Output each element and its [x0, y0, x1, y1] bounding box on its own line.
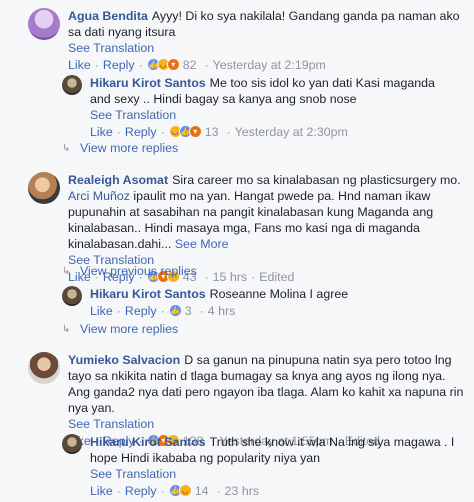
separator-dot: ·	[204, 269, 209, 284]
comment-actions: Like · Reply · ◡ 👍 ▾ 13 · Yesterday at 2…	[90, 123, 455, 140]
comment-author[interactable]: Hikaru Kirot Santos	[90, 76, 206, 90]
view-more-replies-link[interactable]: ↳ View more replies	[62, 141, 178, 155]
comment-text: Realeigh Asomat Sira career mo sa kinalab…	[68, 172, 468, 252]
reply-button[interactable]: Reply	[125, 124, 157, 140]
comment-body: Roseanne Molina I agree	[209, 287, 349, 301]
like-button[interactable]: Like	[68, 57, 91, 73]
reaction-icons[interactable]: 👍	[168, 304, 182, 317]
comment-body: Sira career mo sa kinalabasan ng plastic…	[172, 173, 461, 187]
avatar[interactable]	[28, 8, 60, 40]
comment-text: Yumieko Salvacion D sa ganun na pinupuna …	[68, 352, 468, 416]
reply-arrow-icon: ↳	[62, 323, 71, 335]
comment-author[interactable]: Hikaru Kirot Santos	[90, 435, 206, 449]
comment-text: Hikaru Kirot Santos Roseanne Molina I agr…	[90, 286, 455, 302]
comment-actions: Like · Reply · 👍 3 · 4 hrs	[90, 302, 455, 319]
avatar[interactable]	[28, 352, 60, 384]
separator-dot: ·	[226, 124, 231, 139]
reply-arrow-icon: ↳	[62, 265, 71, 277]
separator-dot: ·	[116, 124, 121, 139]
see-translation-link[interactable]: See Translation	[90, 466, 455, 482]
angry-react-icon: ▾	[188, 125, 202, 138]
mention-link[interactable]: Arci Muñoz	[68, 189, 130, 203]
reply: Hikaru Kirot Santos Truth she know it wla…	[62, 434, 472, 499]
separator-dot: ·	[199, 303, 204, 318]
separator-dot: ·	[204, 57, 209, 72]
haha-react-icon: ◡	[178, 484, 192, 497]
comment-text: Hikaru Kirot Santos Truth she know it wla…	[90, 434, 455, 466]
separator-dot: ·	[251, 269, 256, 284]
separator-dot: ·	[138, 57, 143, 72]
see-translation-link[interactable]: See Translation	[90, 107, 455, 123]
see-translation-link[interactable]: See Translation	[68, 416, 468, 432]
separator-dot: ·	[116, 303, 121, 318]
reply: Hikaru Kirot Santos Me too sis idol ko ya…	[62, 75, 472, 140]
reaction-icons[interactable]: 👍 ◡	[168, 484, 192, 497]
avatar[interactable]	[62, 434, 82, 454]
separator-dot: ·	[160, 124, 165, 139]
comment-actions: Like · Reply · 👍 ◡ 14 · 23 hrs	[90, 482, 455, 499]
comment-author[interactable]: Yumieko Salvacion	[68, 353, 180, 367]
like-button[interactable]: Like	[90, 483, 113, 499]
view-previous-replies-link[interactable]: ↳ View previous replies	[62, 264, 197, 278]
separator-dot: ·	[160, 483, 165, 498]
timestamp[interactable]: 4 hrs	[208, 303, 236, 319]
view-more-replies-label: View more replies	[80, 141, 179, 155]
comment-actions: Like · Reply · 👍 ◡ ▾ 82 · Yesterday at 2…	[68, 56, 468, 73]
separator-dot: ·	[216, 483, 221, 498]
reply: Hikaru Kirot Santos Roseanne Molina I agr…	[62, 286, 472, 319]
reply-button[interactable]: Reply	[125, 303, 157, 319]
separator-dot: ·	[94, 57, 99, 72]
reaction-count[interactable]: 13	[205, 124, 219, 140]
timestamp[interactable]: Yesterday at 2:19pm	[213, 57, 326, 73]
reaction-count[interactable]: 14	[195, 483, 209, 499]
like-react-icon: 👍	[168, 304, 182, 317]
view-more-replies-label: View more replies	[80, 322, 179, 336]
see-translation-link[interactable]: See Translation	[68, 40, 468, 56]
see-more-link[interactable]: See More	[175, 237, 229, 251]
comment-author[interactable]: Realeigh Asomat	[68, 173, 168, 187]
reply-button[interactable]: Reply	[103, 57, 135, 73]
reply-arrow-icon: ↳	[62, 142, 71, 154]
avatar[interactable]	[62, 75, 82, 95]
view-previous-replies-label: View previous replies	[80, 264, 197, 278]
like-button[interactable]: Like	[90, 124, 113, 140]
timestamp[interactable]: 23 hrs	[225, 483, 259, 499]
reaction-icons[interactable]: 👍 ◡ ▾	[146, 58, 180, 71]
avatar[interactable]	[28, 172, 60, 204]
angry-react-icon: ▾	[166, 58, 180, 71]
comment-author[interactable]: Hikaru Kirot Santos	[90, 287, 206, 301]
comment-author[interactable]: Agua Bendita	[68, 9, 148, 23]
separator-dot: ·	[160, 303, 165, 318]
like-button[interactable]: Like	[90, 303, 113, 319]
comment-thread: Agua Bendita Ayyy! Di ko sya nakilala! Ga…	[0, 0, 474, 502]
reaction-count[interactable]: 82	[183, 57, 197, 73]
timestamp[interactable]: 15 hrs	[213, 269, 247, 285]
comment-text: Agua Bendita Ayyy! Di ko sya nakilala! Ga…	[68, 8, 468, 40]
avatar[interactable]	[62, 286, 82, 306]
comment-text: Hikaru Kirot Santos Me too sis idol ko ya…	[90, 75, 455, 107]
edited-label[interactable]: Edited	[259, 269, 294, 285]
reaction-count[interactable]: 3	[185, 303, 192, 319]
reply-button[interactable]: Reply	[125, 483, 157, 499]
comment: Agua Bendita Ayyy! Di ko sya nakilala! Ga…	[28, 8, 468, 73]
timestamp[interactable]: Yesterday at 2:30pm	[235, 124, 348, 140]
view-more-replies-link[interactable]: ↳ View more replies	[62, 322, 178, 336]
separator-dot: ·	[116, 483, 121, 498]
reaction-icons[interactable]: ◡ 👍 ▾	[168, 125, 202, 138]
